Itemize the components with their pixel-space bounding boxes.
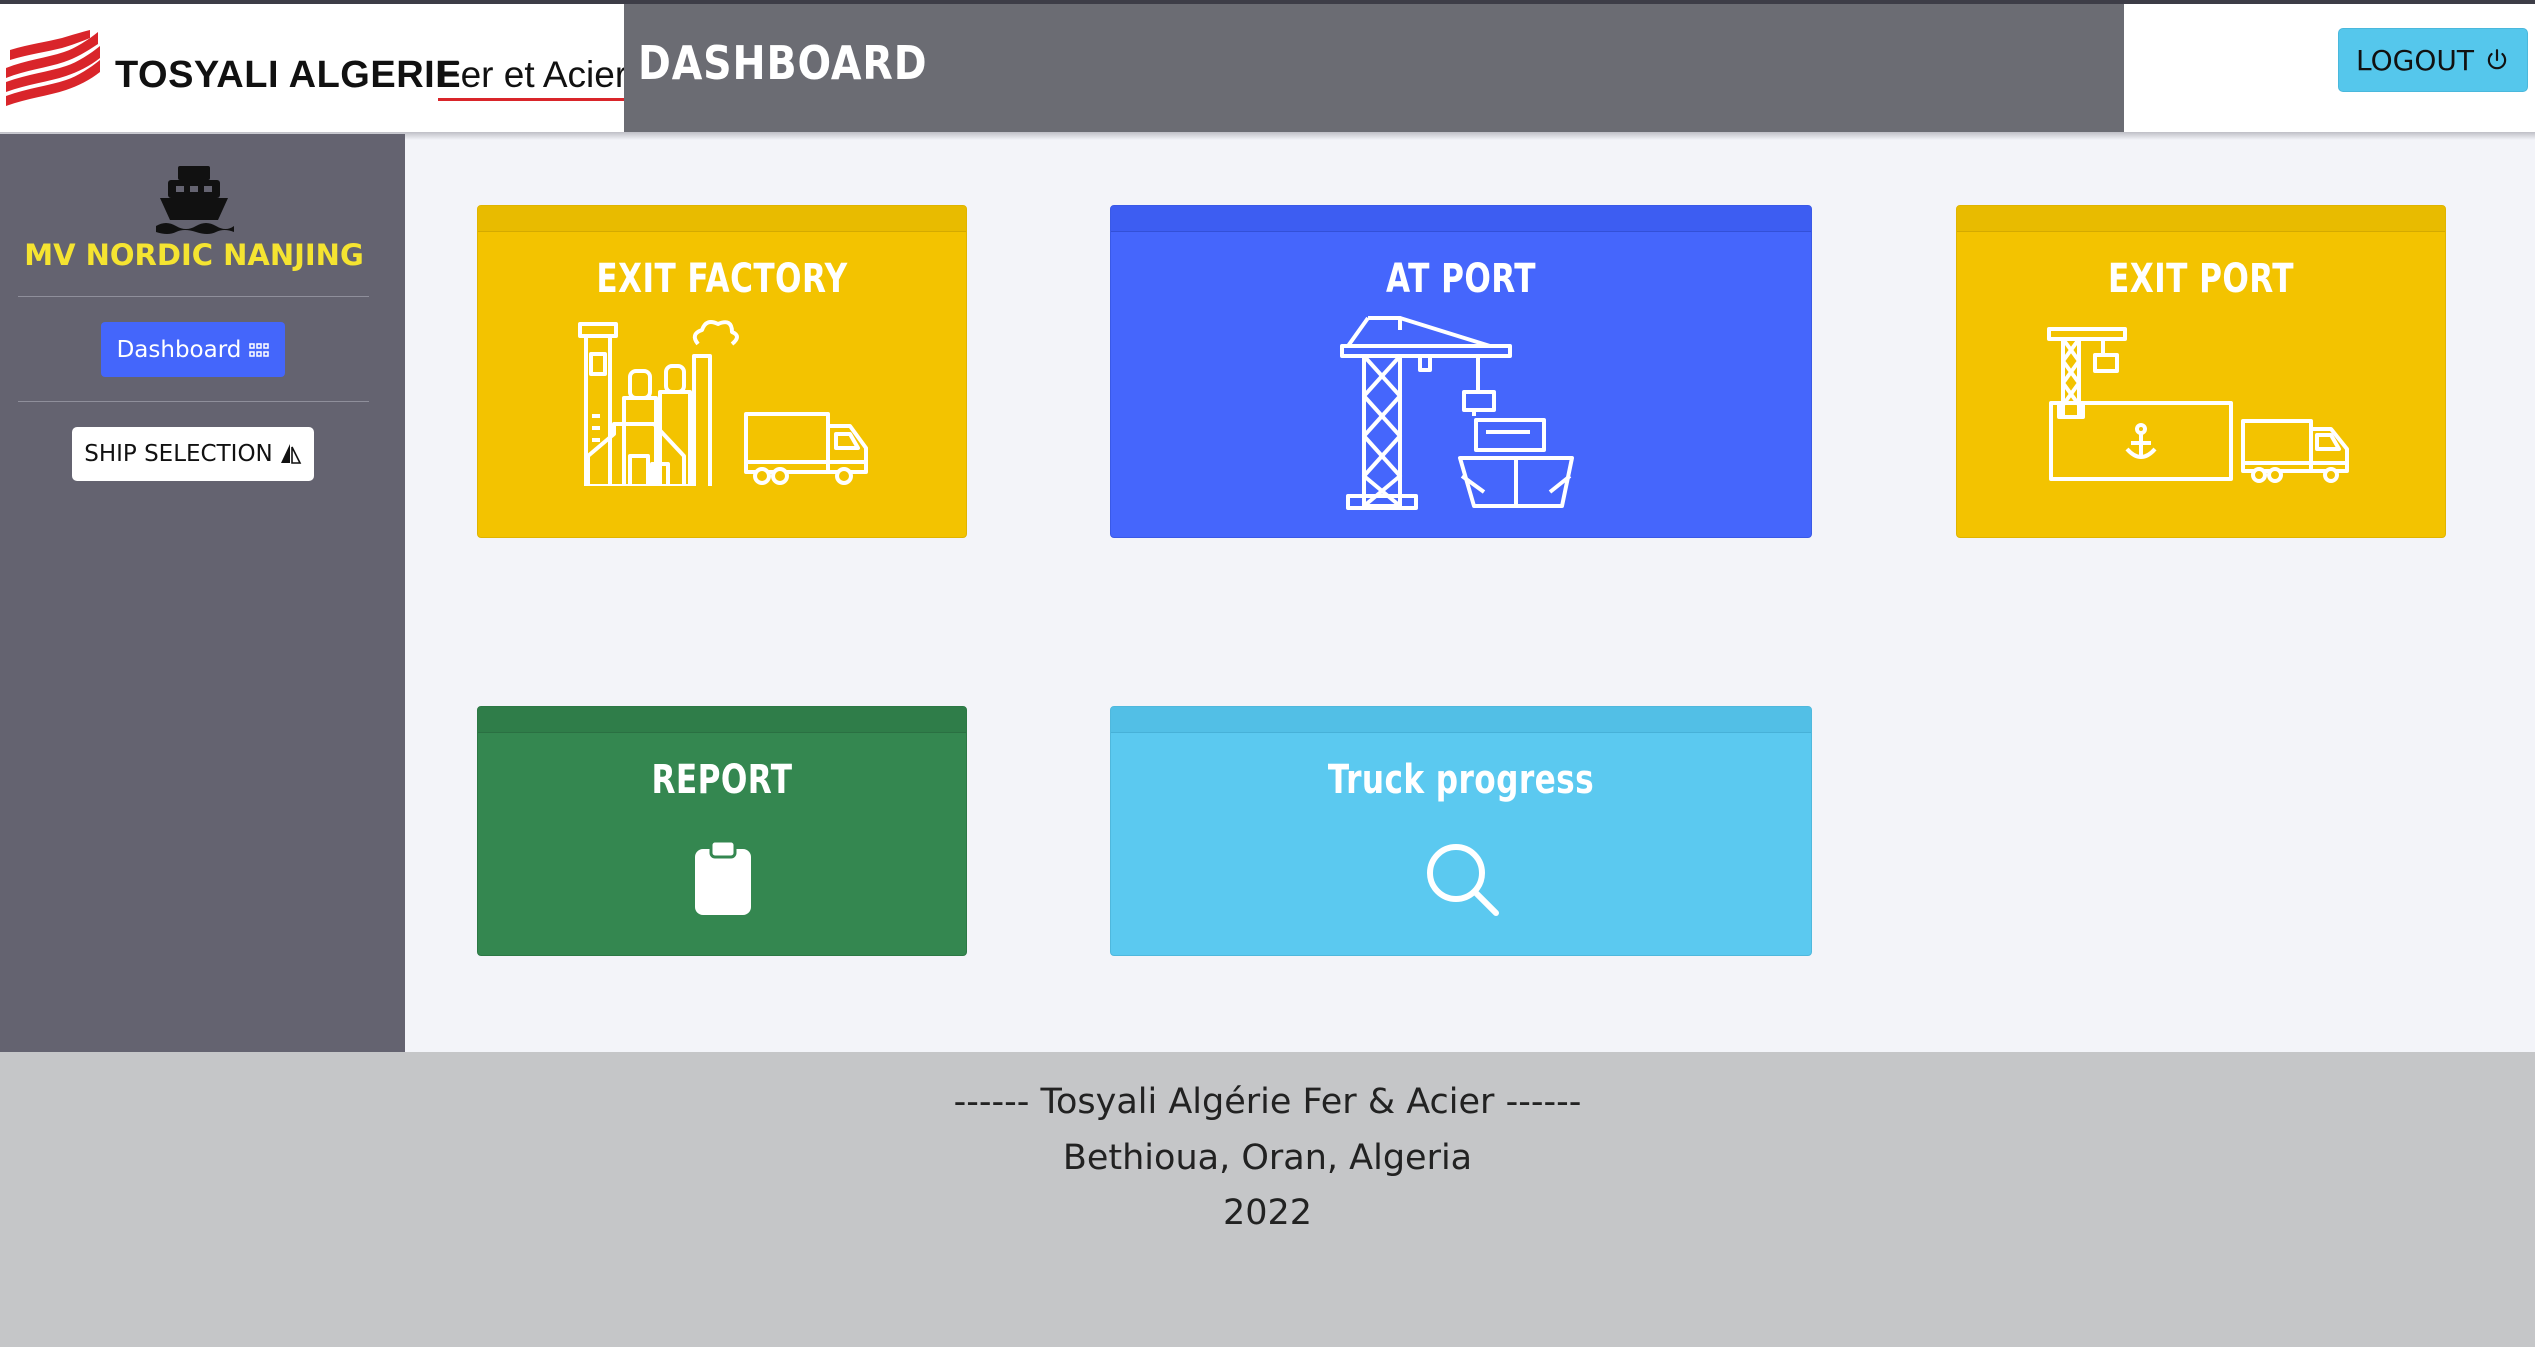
dashboard-button[interactable]: Dashboard	[101, 322, 285, 377]
logout-label: LOGOUT	[2356, 43, 2474, 77]
exit-port-label: EXIT PORT	[2108, 256, 2294, 302]
crane-ship-icon	[1340, 316, 1574, 510]
brand-subtitle: Fer et Acier	[438, 54, 628, 101]
ship-selection-button[interactable]: SHIP SELECTION	[72, 427, 314, 481]
ship-icon	[156, 166, 234, 234]
brand-name: TOSYALI ALGERIE	[115, 54, 462, 96]
factory-truck-icon	[578, 320, 868, 486]
exit-factory-card[interactable]: EXIT FACTORY	[477, 205, 967, 538]
card-header-strip	[1111, 707, 1811, 733]
footer: ------ Tosyali Algérie Fer & Acier -----…	[0, 1052, 2535, 1347]
at-port-label: AT PORT	[1386, 256, 1536, 302]
exit-factory-label: EXIT FACTORY	[596, 256, 848, 302]
truck-progress-card[interactable]: Truck progress	[1110, 706, 1812, 956]
logout-button[interactable]: LOGOUT	[2338, 28, 2528, 92]
at-port-card[interactable]: AT PORT	[1110, 205, 1812, 538]
power-icon	[2487, 49, 2507, 70]
exit-port-card[interactable]: EXIT PORT	[1956, 205, 2446, 538]
search-icon	[1427, 844, 1499, 916]
ship-selection-label: SHIP SELECTION	[84, 441, 273, 467]
report-label: REPORT	[651, 757, 793, 803]
page-title: DASHBOARD	[638, 36, 928, 90]
sidebar: MV NORDIC NANJING Dashboard SHIP SELECTI…	[0, 134, 405, 1052]
grid-icon	[249, 342, 270, 357]
truck-progress-label: Truck progress	[1327, 757, 1595, 803]
port-truck-icon	[2047, 327, 2349, 483]
footer-year: 2022	[1222, 1193, 1313, 1233]
tosyali-flag-icon	[6, 30, 100, 106]
card-header-strip	[1111, 206, 1811, 232]
card-header-strip	[478, 707, 966, 733]
ship-name: MV NORDIC NANJING	[24, 238, 364, 272]
brand-logo[interactable]: TOSYALI ALGERIE Fer et Acier	[0, 4, 628, 132]
sidebar-divider	[18, 401, 369, 402]
sailboat-icon	[280, 444, 302, 464]
report-card[interactable]: REPORT	[477, 706, 967, 956]
clipboard-icon	[695, 839, 751, 915]
card-header-strip	[478, 206, 966, 232]
header-title-bar: DASHBOARD	[624, 4, 2124, 132]
footer-address: Bethioua, Oran, Algeria	[1062, 1138, 1473, 1178]
dashboard-label: Dashboard	[116, 336, 242, 363]
footer-company: ------ Tosyali Algérie Fer & Acier -----…	[953, 1082, 1582, 1122]
card-header-strip	[1957, 206, 2445, 232]
sidebar-divider	[18, 296, 369, 297]
